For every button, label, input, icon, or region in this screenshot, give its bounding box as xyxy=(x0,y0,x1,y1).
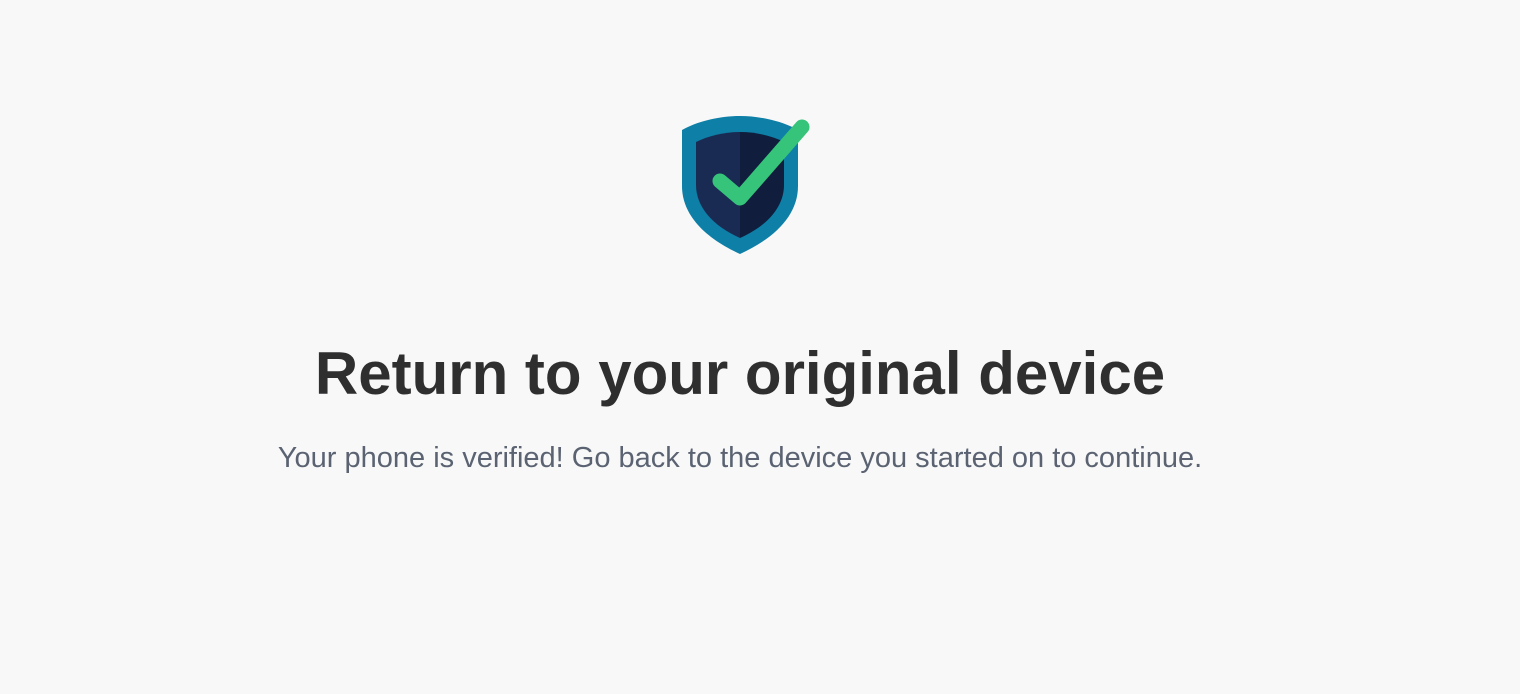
shield-check-icon xyxy=(676,114,816,256)
page-title: Return to your original device xyxy=(314,340,1166,407)
verification-page: Return to your original device Your phon… xyxy=(0,0,1520,694)
verification-message: Your phone is verified! Go back to the d… xyxy=(277,442,1203,474)
